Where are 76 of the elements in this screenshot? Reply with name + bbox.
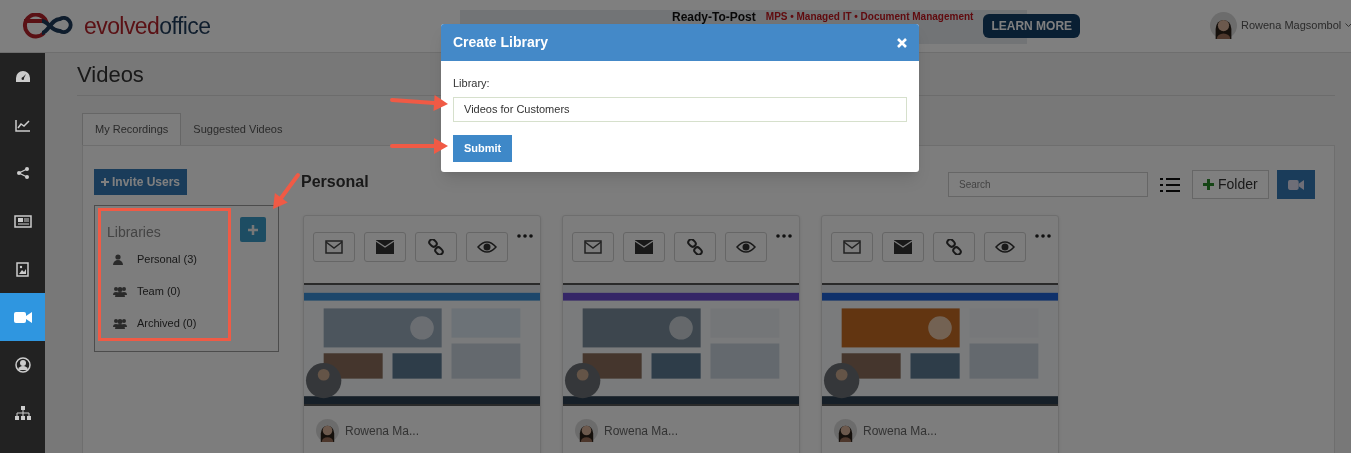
envelope-outline-icon (843, 240, 861, 254)
library-item[interactable]: Archived (0) (137, 314, 197, 332)
avatar (316, 419, 339, 442)
record-video-button[interactable] (1277, 170, 1315, 199)
avatar (834, 419, 857, 442)
preview-button[interactable] (466, 232, 508, 262)
annotation-arrow (273, 173, 300, 209)
preview-button[interactable] (984, 232, 1026, 262)
eye-icon (995, 241, 1015, 253)
caret-icon (1345, 23, 1351, 28)
newspaper-icon (13, 214, 32, 228)
envelope-outline-icon (584, 240, 602, 254)
logo-text: evolvedoffice (84, 14, 211, 38)
author-name: Rowena Ma... (345, 422, 420, 440)
email-button[interactable] (313, 232, 355, 262)
org-chart-icon (14, 406, 31, 420)
users-icon (113, 285, 127, 297)
avatar (575, 419, 598, 442)
users-icon (113, 317, 127, 329)
author-name: Rowena Ma... (604, 422, 679, 440)
link-icon (946, 239, 962, 255)
user-icon (113, 253, 123, 265)
line-chart-icon (14, 118, 31, 132)
user-name[interactable]: Rowena Magsombol (1241, 17, 1342, 34)
eye-icon (736, 241, 756, 253)
plus-icon (1203, 179, 1214, 190)
more-icon[interactable] (517, 234, 533, 238)
banner-services: MPS • Managed IT • Document Management (765, 12, 974, 22)
modal-title: Create Library (453, 33, 548, 52)
annotation-arrow (390, 138, 448, 154)
email-button[interactable] (882, 232, 924, 262)
section-heading: Personal (301, 172, 369, 192)
envelope-icon (635, 240, 653, 254)
learn-more-button[interactable]: LEARN MORE (983, 14, 1081, 38)
email-button[interactable] (572, 232, 614, 262)
library-item[interactable]: Personal (3) (137, 250, 197, 268)
email-button[interactable] (623, 232, 665, 262)
link-button[interactable] (933, 232, 975, 262)
envelope-outline-icon (325, 240, 343, 254)
user-circle-icon (14, 357, 31, 373)
link-icon (428, 239, 444, 255)
gauge-icon (14, 70, 31, 84)
library-item[interactable]: Team (0) (137, 282, 181, 300)
envelope-icon (894, 240, 912, 254)
video-camera-icon (13, 311, 32, 323)
submit-button[interactable]: Submit (453, 134, 513, 162)
tab[interactable]: My Recordings (82, 113, 182, 145)
add-folder-button[interactable]: Folder (1192, 170, 1269, 199)
field-label: Library: (453, 76, 491, 91)
email-button[interactable] (831, 232, 873, 262)
eye-icon (477, 241, 497, 253)
plus-icon (248, 224, 258, 235)
tab[interactable]: Suggested Videos (181, 113, 295, 145)
plus-icon (101, 178, 109, 186)
preview-button[interactable] (725, 232, 767, 262)
link-button[interactable] (415, 232, 457, 262)
libraries-title: Libraries (107, 223, 161, 242)
invite-users-button[interactable]: Invite Users (94, 169, 188, 195)
author-name: Rowena Ma... (863, 422, 938, 440)
annotation-arrow (390, 95, 448, 111)
close-icon[interactable] (897, 37, 907, 48)
library-name-field[interactable]: Videos for Customers (453, 96, 907, 122)
search-field[interactable]: Search (948, 172, 1148, 197)
list-view-icon[interactable] (1160, 178, 1180, 192)
video-camera-icon (1288, 179, 1304, 190)
image-icon (16, 261, 29, 277)
page-title: Videos (77, 60, 144, 89)
link-button[interactable] (674, 232, 716, 262)
share-icon (16, 167, 29, 179)
email-button[interactable] (364, 232, 406, 262)
user-avatar (1210, 12, 1237, 39)
more-icon[interactable] (1035, 234, 1051, 238)
envelope-icon (376, 240, 394, 254)
banner-tagline: Ready-To-Post (672, 11, 756, 23)
link-icon (687, 239, 703, 255)
more-icon[interactable] (776, 234, 792, 238)
